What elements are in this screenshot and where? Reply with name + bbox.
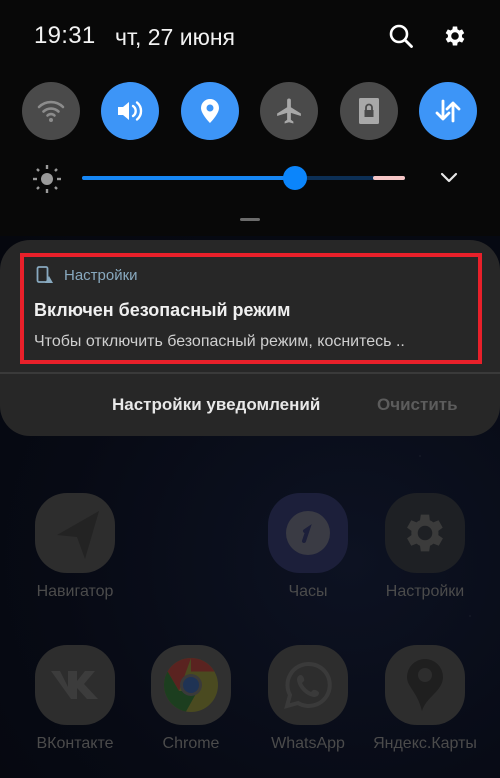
app-label: Chrome [162, 735, 220, 752]
wifi-icon [37, 100, 65, 122]
app-yandex-maps[interactable]: Яндекс.Карты [370, 645, 480, 755]
toggle-mobile-data[interactable] [419, 82, 477, 140]
slider-high-brightness-zone [372, 176, 405, 180]
app-label: Настройки [385, 583, 465, 600]
lock-icon [359, 98, 379, 124]
app-label: ВКонтакте [36, 735, 114, 752]
notification-title: Включен безопасный режим [34, 300, 291, 320]
notification-app-name: Настройки [64, 266, 138, 284]
toggle-sound[interactable] [101, 82, 159, 140]
app-chrome[interactable]: Chrome [136, 645, 246, 755]
notification-text: Чтобы отключить безопасный режим, коснит… [34, 333, 405, 350]
slider-thumb[interactable] [283, 166, 308, 190]
clear-button[interactable]: Очистить [377, 395, 458, 415]
clock-time: 19:31 [34, 22, 96, 49]
app-label: Яндекс.Карты [373, 735, 477, 752]
airplane-icon [277, 98, 301, 124]
app-clock[interactable]: Часы [253, 493, 363, 603]
notification-actions: Настройки уведомлений Очистить [0, 374, 500, 436]
brightness-slider[interactable] [82, 166, 405, 190]
slider-fill [82, 176, 296, 180]
chevron-down-icon[interactable] [438, 166, 460, 188]
app-vkontakte[interactable]: ВКонтакте [20, 645, 130, 755]
clock-icon [268, 493, 348, 573]
notification-card: Настройки Включен безопасный режим Чтобы… [0, 240, 500, 436]
sun-icon [33, 165, 61, 193]
settings-gear-icon [385, 493, 465, 573]
speaker-icon [118, 101, 143, 121]
location-pin-icon [201, 99, 219, 123]
toggle-airplane-mode[interactable] [260, 82, 318, 140]
app-label: WhatsApp [271, 735, 345, 752]
date-label: чт, 27 июня [115, 24, 235, 50]
brightness-row [0, 160, 500, 196]
safe-mode-phone-icon [36, 266, 53, 283]
app-label: Часы [288, 583, 328, 600]
panel-drag-handle[interactable] [240, 218, 260, 221]
toggle-screen-lock[interactable] [340, 82, 398, 140]
app-whatsapp[interactable]: WhatsApp [253, 645, 363, 755]
app-settings[interactable]: Настройки [370, 493, 480, 603]
app-navigator[interactable]: Навигатор [20, 493, 130, 603]
chrome-icon [151, 645, 231, 725]
quick-settings-toggles [0, 82, 500, 142]
whatsapp-icon [268, 645, 348, 725]
data-arrows-icon [435, 99, 461, 123]
yandex-maps-icon [385, 645, 465, 725]
notification-settings-button[interactable]: Настройки уведомлений [112, 395, 320, 415]
safe-mode-notification[interactable]: Настройки Включен безопасный режим Чтобы… [20, 253, 482, 364]
search-icon[interactable] [387, 22, 415, 50]
notification-header: Настройки [36, 266, 138, 284]
gear-icon[interactable] [441, 22, 469, 50]
app-label: Навигатор [36, 583, 114, 600]
toggle-wifi[interactable] [22, 82, 80, 140]
status-bar: 19:31 чт, 27 июня [0, 0, 500, 75]
navigator-icon [35, 493, 115, 573]
vk-icon [35, 645, 115, 725]
toggle-location[interactable] [181, 82, 239, 140]
